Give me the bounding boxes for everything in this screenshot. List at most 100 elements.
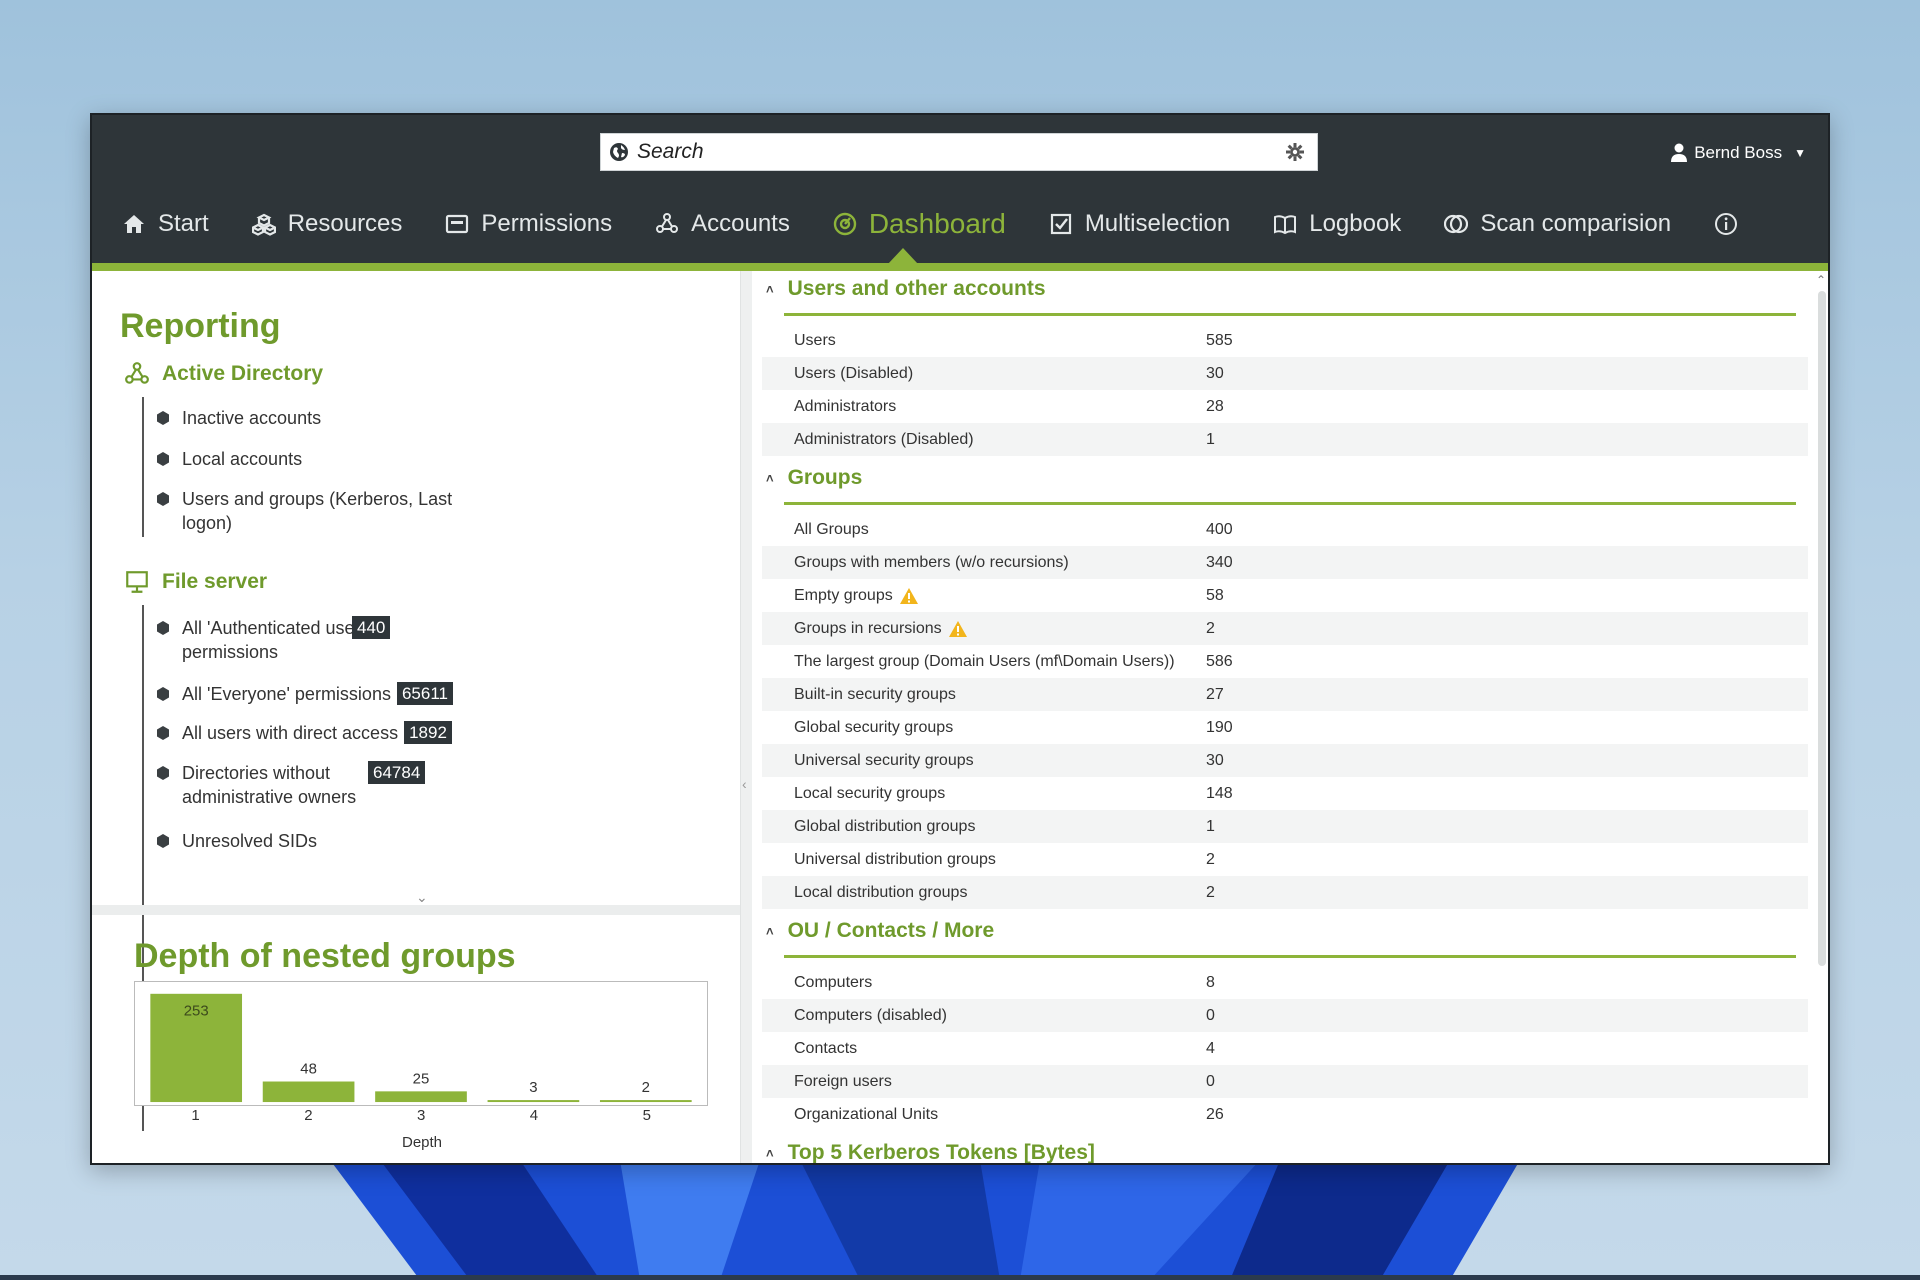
pane-splitter[interactable]: ‹ — [740, 271, 752, 1163]
accounts-icon — [656, 213, 679, 233]
section-rule — [784, 313, 1796, 316]
stat-row[interactable]: Groups with members (w/o recursions) 340 — [762, 546, 1808, 579]
stat-label-text: Computers — [794, 973, 873, 991]
section-header[interactable]: ˄ Top 5 Kerberos Tokens [Bytes] — [766, 1141, 1095, 1163]
collapse-caret-icon[interactable]: ˄ — [766, 1146, 774, 1161]
stat-label-text: The largest group (Domain Users (mf\Doma… — [794, 652, 1175, 670]
depth-bar[interactable] — [375, 1091, 467, 1103]
stat-row[interactable]: Administrators (Disabled) 1 — [762, 423, 1808, 456]
active-directory-heading[interactable]: Active Directory — [124, 361, 323, 387]
nav-scan-comparision[interactable]: Scan comparision — [1444, 210, 1671, 238]
report-label: All 'Everyone' permissions — [182, 684, 391, 704]
depth-bar[interactable] — [487, 1100, 580, 1103]
stat-row[interactable]: Global security groups 190 — [762, 711, 1808, 744]
stat-row[interactable]: Organizational Units 26 — [762, 1098, 1808, 1131]
section-header[interactable]: ˄ Groups — [766, 466, 862, 490]
nav-accounts[interactable]: Accounts — [655, 210, 790, 238]
stat-label-text: Administrators — [794, 397, 897, 415]
stat-row[interactable]: The largest group (Domain Users (mf\Doma… — [762, 645, 1808, 678]
depth-x-tick: 2 — [304, 1107, 313, 1124]
vertical-scrollbar[interactable] — [1818, 291, 1826, 966]
depth-bar-value: 3 — [529, 1080, 537, 1096]
hexagon-bullet-icon — [157, 834, 169, 848]
stat-row[interactable]: Built-in security groups 27 — [762, 678, 1808, 711]
report-everyone[interactable]: All 'Everyone' permissions 65611 — [156, 682, 453, 706]
stat-label-text: Universal security groups — [794, 751, 974, 769]
depth-x-tick: 3 — [417, 1107, 426, 1124]
depth-bar-value: 25 — [413, 1072, 430, 1088]
stat-row[interactable]: Global distribution groups 1 — [762, 810, 1808, 843]
depth-chart-title: Depth of nested groups — [134, 937, 516, 975]
search-box[interactable] — [600, 133, 1318, 171]
book-icon — [1274, 215, 1297, 235]
stat-label: Foreign users — [794, 1073, 892, 1091]
depth-bar[interactable] — [599, 1100, 692, 1103]
section-header[interactable]: ˄ OU / Contacts / More — [766, 919, 994, 943]
stat-row[interactable]: Administrators 28 — [762, 390, 1808, 423]
stat-value: 585 — [1206, 331, 1233, 349]
scroll-up-icon[interactable]: ⌃ — [1816, 273, 1826, 287]
hexagon-bullet-icon — [157, 492, 169, 506]
chevron-down-icon[interactable]: ⌄ — [416, 889, 428, 906]
nav-start[interactable]: Start — [122, 210, 209, 238]
nav-permissions[interactable]: Permissions — [445, 210, 612, 238]
report-label: Users and groups (Kerberos, Last logon) — [182, 489, 453, 533]
stat-row[interactable]: Empty groups 58 — [762, 579, 1808, 612]
section-header[interactable]: ˄ Users and other accounts — [766, 277, 1046, 301]
report-label: All users with direct access — [182, 723, 399, 743]
stat-label: All Groups — [794, 521, 869, 539]
collapse-caret-icon[interactable]: ˄ — [766, 471, 774, 486]
collapse-caret-icon[interactable]: ˄ — [766, 282, 774, 297]
stat-row[interactable]: Computers (disabled) 0 — [762, 999, 1808, 1032]
stat-label-text: Built-in security groups — [794, 685, 956, 703]
stat-value: 2 — [1206, 619, 1215, 637]
stat-row[interactable]: Local distribution groups 2 — [762, 876, 1808, 909]
stat-row[interactable]: Foreign users 0 — [762, 1065, 1808, 1098]
stat-row[interactable]: Universal distribution groups 2 — [762, 843, 1808, 876]
nav-resources[interactable]: Resources — [251, 210, 402, 238]
nav-multiselection[interactable]: Multiselection — [1049, 210, 1230, 238]
stat-label-text: Local distribution groups — [794, 883, 968, 901]
count-badge: 64784 — [368, 761, 426, 784]
search-input[interactable] — [629, 134, 1285, 170]
report-local-accounts[interactable]: Local accounts — [156, 447, 302, 471]
main-nav: Start Resources Permissions Accounts Das… — [122, 202, 1750, 246]
user-menu[interactable]: Bernd Boss ▼ — [1670, 143, 1806, 163]
report-directories-without-owners[interactable]: Directories without administrative owner… — [156, 761, 456, 809]
nav-logbook[interactable]: Logbook — [1273, 210, 1401, 238]
report-authenticated-users[interactable]: All 'Authenticated users' permissions 44… — [156, 616, 456, 664]
chevron-left-icon[interactable]: ‹ — [742, 776, 747, 792]
file-server-heading[interactable]: File server — [124, 569, 267, 595]
depth-x-label: Depth — [402, 1134, 443, 1151]
stat-value: 1 — [1206, 817, 1215, 835]
stat-row[interactable]: Contacts 4 — [762, 1032, 1808, 1065]
depth-bar[interactable] — [262, 1081, 355, 1103]
stat-label-text: Organizational Units — [794, 1105, 939, 1123]
report-label: Inactive accounts — [182, 408, 322, 428]
nav-permissions-label: Permissions — [481, 210, 613, 237]
report-unresolved-sids[interactable]: Unresolved SIDs — [156, 829, 317, 853]
section-title: Groups — [787, 466, 863, 489]
file-server-title: File server — [162, 570, 268, 593]
stat-row[interactable]: Local security groups 148 — [762, 777, 1808, 810]
stat-label: Users (Disabled) — [794, 365, 913, 383]
pane-divider — [92, 905, 740, 915]
report-users-and-groups[interactable]: Users and groups (Kerberos, Last logon) — [156, 487, 456, 535]
depth-x-tick: 5 — [642, 1107, 651, 1124]
stat-row[interactable]: Users (Disabled) 30 — [762, 357, 1808, 390]
section-title: Users and other accounts — [787, 277, 1046, 300]
stat-row[interactable]: Users 585 — [762, 324, 1808, 357]
nav-dashboard[interactable]: Dashboard — [833, 208, 1006, 240]
report-direct-access[interactable]: All users with direct access 1892 — [156, 721, 452, 745]
stat-label: Global security groups — [794, 719, 953, 737]
gear-icon[interactable] — [1285, 142, 1305, 162]
report-inactive-accounts[interactable]: Inactive accounts — [156, 406, 321, 430]
stat-row[interactable]: Universal security groups 30 — [762, 744, 1808, 777]
stat-row[interactable]: Computers 8 — [762, 966, 1808, 999]
collapse-caret-icon[interactable]: ˄ — [766, 924, 774, 939]
permissions-icon — [446, 214, 469, 234]
nav-info[interactable] — [1714, 212, 1750, 236]
stat-row[interactable]: Groups in recursions 2 — [762, 612, 1808, 645]
stat-row[interactable]: All Groups 400 — [762, 513, 1808, 546]
stat-label: Contacts — [794, 1040, 857, 1058]
